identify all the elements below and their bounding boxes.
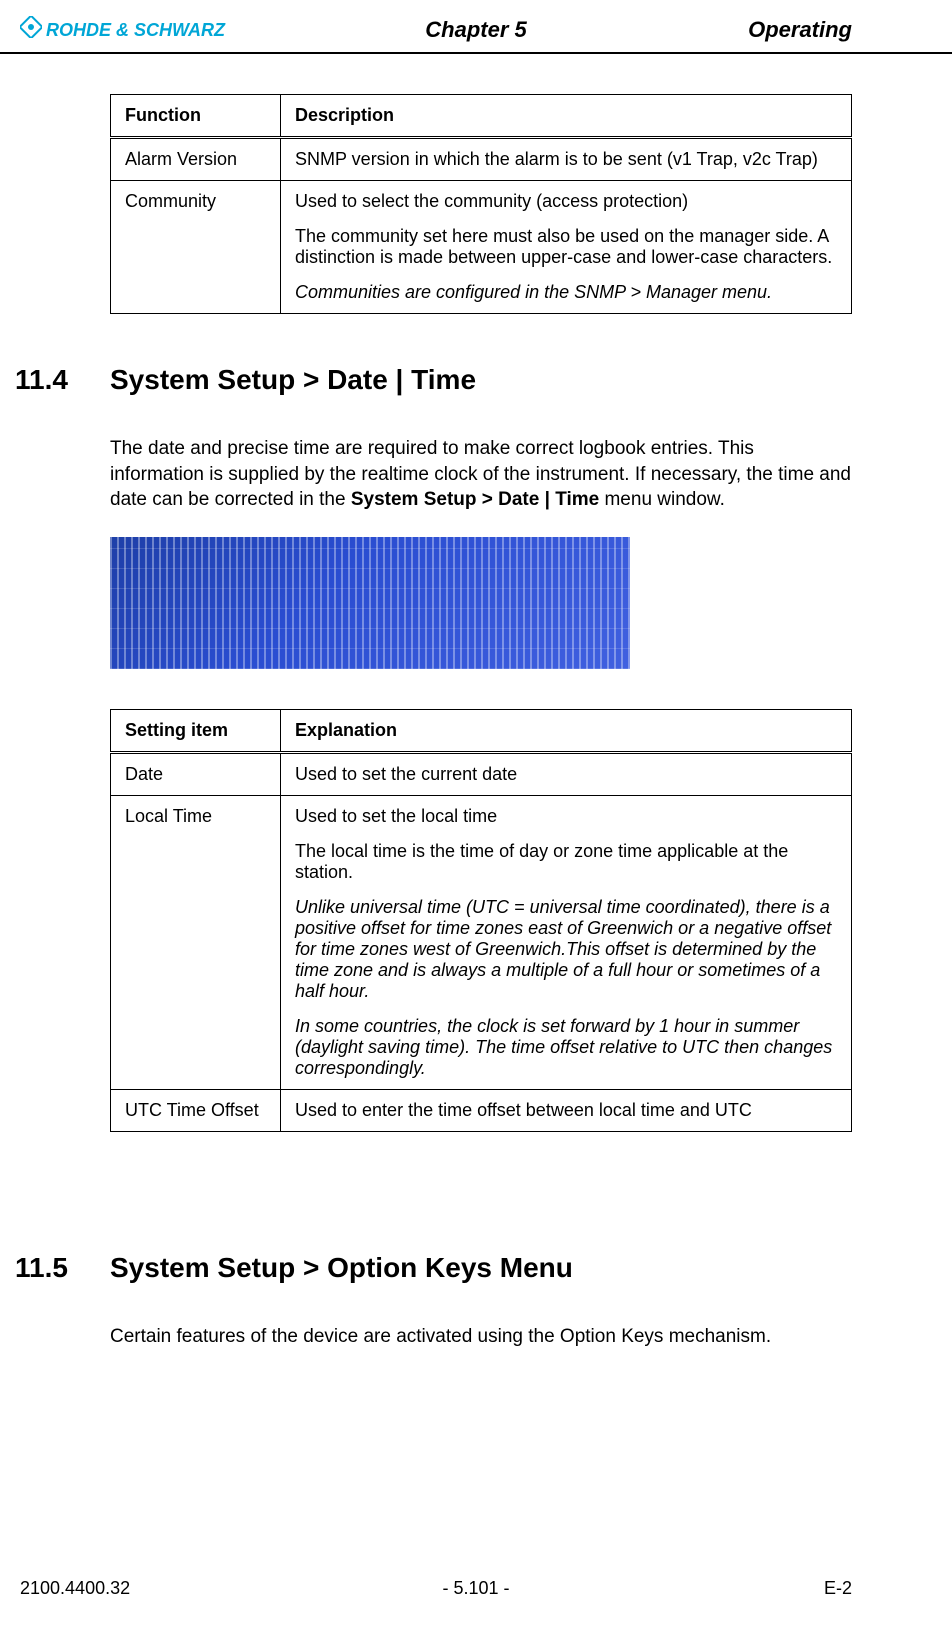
brand-logo-icon	[20, 16, 42, 44]
table-row: UTC Time Offset Used to enter the time o…	[111, 1089, 852, 1131]
function-description: SNMP version in which the alarm is to be…	[281, 138, 852, 181]
setting-explanation: Used to set the local time The local tim…	[281, 795, 852, 1089]
section-title: System Setup > Date | Time	[110, 364, 476, 396]
function-table: Function Description Alarm Version SNMP …	[110, 94, 852, 314]
setting-name: Local Time	[111, 795, 281, 1089]
section-heading: 11.4 System Setup > Date | Time	[15, 364, 852, 396]
function-name: Community	[111, 181, 281, 314]
table-row: Local Time Used to set the local time Th…	[111, 795, 852, 1089]
setting-name: UTC Time Offset	[111, 1089, 281, 1131]
function-name: Alarm Version	[111, 138, 281, 181]
section-title: System Setup > Option Keys Menu	[110, 1252, 573, 1284]
table-header-row: Setting item Explanation	[111, 709, 852, 752]
desc-line: Used to select the community (access pro…	[295, 191, 688, 211]
setting-explanation: Used to set the current date	[281, 752, 852, 795]
table-header-setting: Setting item	[111, 709, 281, 752]
exp-line-italic: In some countries, the clock is set forw…	[295, 1016, 832, 1078]
menu-screenshot	[110, 537, 630, 669]
body-text-bold: System Setup > Date | Time	[351, 489, 599, 510]
page-header: ROHDE & SCHWARZ Chapter 5 Operating	[0, 0, 952, 54]
brand-logo: ROHDE & SCHWARZ	[20, 16, 225, 44]
exp-line: Used to set the local time	[295, 806, 497, 826]
header-section: Operating	[748, 17, 852, 43]
section-number: 11.4	[15, 364, 110, 396]
footer-page-number: - 5.101 -	[442, 1578, 509, 1599]
footer-doc-number: 2100.4400.32	[20, 1578, 130, 1599]
section-heading: 11.5 System Setup > Option Keys Menu	[15, 1252, 852, 1284]
table-header-description: Description	[281, 95, 852, 138]
brand-logo-text: ROHDE & SCHWARZ	[46, 20, 225, 41]
table-header-function: Function	[111, 95, 281, 138]
desc-line-italic: Communities are configured in the SNMP >…	[295, 282, 772, 302]
function-description: Used to select the community (access pro…	[281, 181, 852, 314]
page-content: Function Description Alarm Version SNMP …	[0, 54, 952, 1350]
section-body: Certain features of the device are activ…	[110, 1324, 852, 1350]
body-text-fragment: menu window.	[599, 489, 725, 510]
table-row: Date Used to set the current date	[111, 752, 852, 795]
table-header-row: Function Description	[111, 95, 852, 138]
table-row: Community Used to select the community (…	[111, 181, 852, 314]
section-body: The date and precise time are required t…	[110, 436, 852, 513]
table-row: Alarm Version SNMP version in which the …	[111, 138, 852, 181]
settings-table: Setting item Explanation Date Used to se…	[110, 709, 852, 1132]
table-header-explanation: Explanation	[281, 709, 852, 752]
header-chapter: Chapter 5	[425, 17, 526, 43]
exp-line-italic: Unlike universal time (UTC = universal t…	[295, 897, 831, 1001]
desc-line: The community set here must also be used…	[295, 226, 832, 267]
exp-line: The local time is the time of day or zon…	[295, 841, 788, 882]
page-footer: 2100.4400.32 - 5.101 - E-2	[0, 1578, 952, 1599]
section-number: 11.5	[15, 1252, 110, 1284]
footer-revision: E-2	[824, 1578, 852, 1599]
setting-explanation: Used to enter the time offset between lo…	[281, 1089, 852, 1131]
setting-name: Date	[111, 752, 281, 795]
